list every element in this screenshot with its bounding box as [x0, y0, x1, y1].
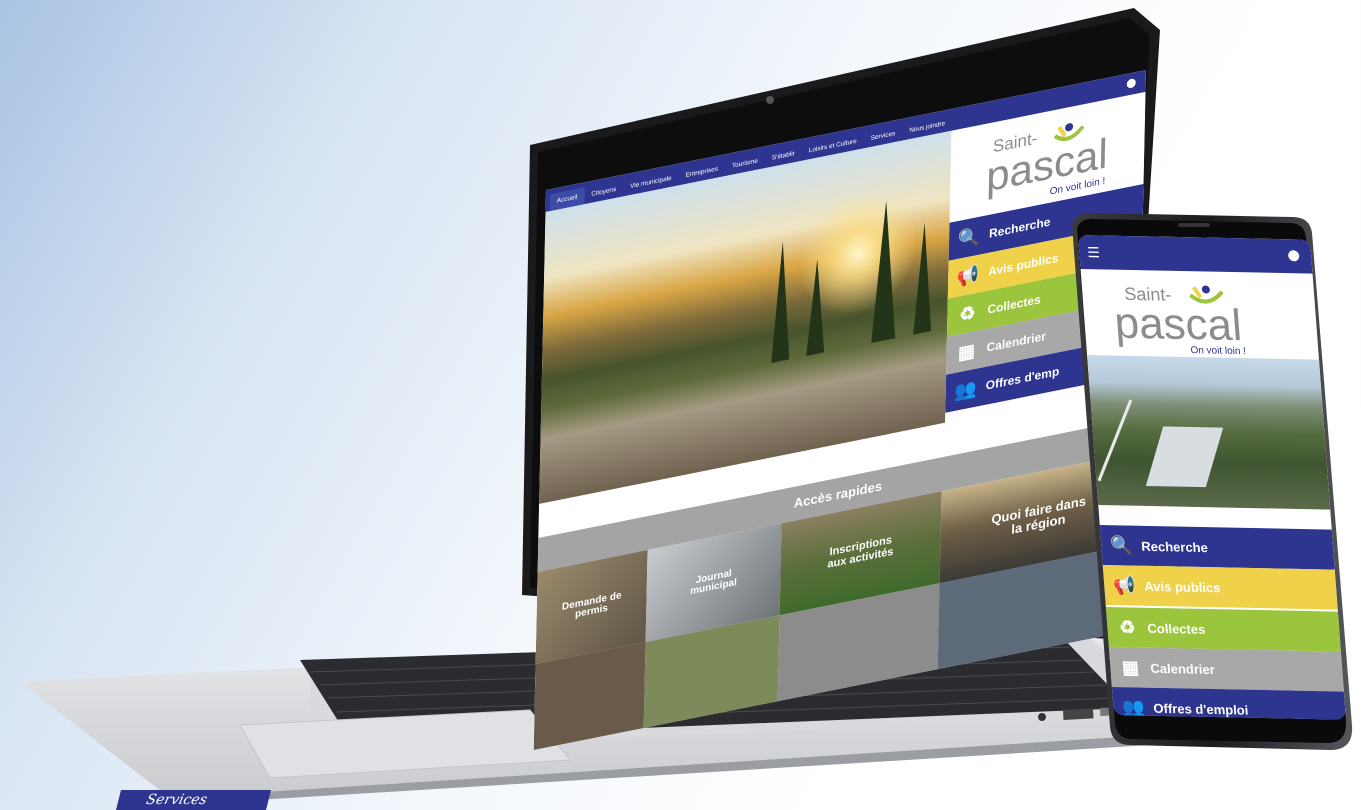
calendar-icon: ▦ — [1121, 656, 1140, 678]
saint-pascal-logo[interactable]: Saint- pascal On voit loin ! — [1081, 269, 1319, 360]
mobile-quick-collectes[interactable]: ♻ Collectes — [1105, 607, 1341, 652]
quick-label: Calendrier — [1149, 660, 1216, 677]
menu-icon[interactable]: ☰ — [1087, 244, 1101, 260]
tree-shape — [871, 198, 899, 343]
search-icon: 🔍 — [1109, 534, 1134, 556]
services-badge: Services — [115, 790, 271, 810]
quick-label: Offres d'emp — [985, 364, 1060, 393]
recycle-icon: ♻ — [1118, 616, 1137, 638]
quick-label: Collectes — [987, 292, 1041, 317]
people-icon: 👥 — [954, 377, 978, 402]
tile-label: Demande de permis — [561, 589, 622, 621]
facebook-icon[interactable] — [1126, 78, 1136, 89]
tile-label: Inscriptions aux activités — [827, 534, 894, 571]
badge-label: Services — [144, 792, 209, 808]
quick-label: Recherche — [988, 214, 1051, 241]
road — [1097, 399, 1133, 482]
quick-label: Recherche — [1140, 538, 1209, 555]
recycle-icon: ♻ — [959, 301, 976, 325]
mobile-quick-offres-emploi[interactable]: 👥 Offres d'emploi — [1111, 687, 1346, 720]
quick-label: Offres d'emploi — [1152, 700, 1249, 718]
town-aerial-photo — [1087, 355, 1331, 510]
facebook-icon[interactable] — [1287, 250, 1300, 262]
tree-shape — [771, 239, 792, 363]
phone-screen: ☰ Saint- pascal On voit loin ! 🔍 Recherc… — [1078, 235, 1346, 720]
search-icon: 🔍 — [957, 225, 981, 250]
quick-label: Avis publics — [1143, 578, 1221, 595]
calendar-icon: ▦ — [957, 339, 976, 364]
tree-shape — [913, 221, 934, 335]
svg-text:pascal: pascal — [1113, 299, 1244, 350]
tile-label: Journal municipal — [690, 567, 737, 598]
church-roof — [1145, 426, 1224, 488]
megaphone-icon: 📢 — [1112, 574, 1137, 596]
mobile-quick-recherche[interactable]: 🔍 Recherche — [1099, 525, 1335, 570]
quick-label: Collectes — [1146, 620, 1206, 637]
mobile-topbar: ☰ — [1078, 235, 1313, 274]
megaphone-icon: 📢 — [956, 263, 980, 288]
mobile-quick-calendrier[interactable]: ▦ Calendrier — [1108, 647, 1344, 692]
quick-label: Avis publics — [988, 250, 1059, 279]
svg-text:On voit loin !: On voit loin ! — [1190, 345, 1246, 357]
mobile-quick-avis-publics[interactable]: 📢 Avis publics — [1102, 565, 1338, 610]
tree-shape — [806, 257, 827, 356]
quick-label: Calendrier — [986, 328, 1047, 355]
people-icon: 👥 — [1121, 696, 1146, 718]
